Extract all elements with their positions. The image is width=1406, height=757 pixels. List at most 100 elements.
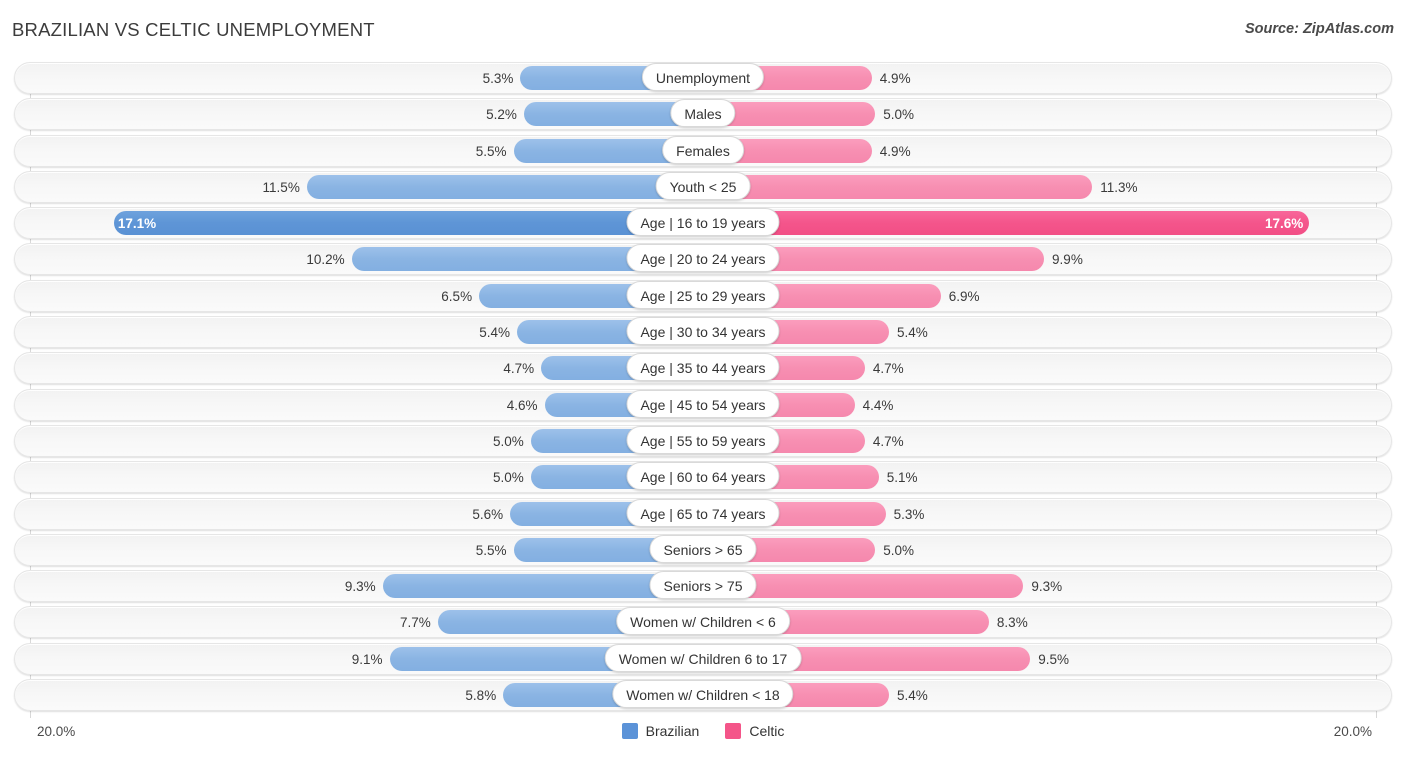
bar-value-brazilian: 9.1%	[351, 651, 383, 667]
row-right-half: 5.4%	[703, 679, 1392, 711]
row-right-half: 5.4%	[703, 316, 1392, 348]
legend-swatch-celtic-icon	[725, 723, 742, 739]
row-right-half: 4.7%	[703, 425, 1392, 457]
bar-value-celtic: 5.4%	[897, 325, 928, 341]
bar-value-celtic: 6.9%	[948, 288, 980, 304]
row-right-half: 4.9%	[703, 62, 1392, 94]
bar-value-brazilian: 5.2%	[486, 107, 517, 123]
bar-value-brazilian: 5.4%	[479, 325, 510, 341]
table-row[interactable]: 4.6% 4.4% Age | 45 to 54 years	[0, 388, 1406, 421]
row-right-half: 5.3%	[703, 498, 1392, 530]
bar-value-celtic: 9.3%	[1031, 579, 1063, 595]
source-attribution: Source: ZipAtlas.com	[1244, 21, 1394, 37]
bar-brazilian[interactable]	[113, 211, 703, 236]
table-row[interactable]: 9.3% 9.3% Seniors > 75	[0, 570, 1406, 603]
table-row[interactable]: 4.7% 4.7% Age | 35 to 44 years	[0, 352, 1406, 385]
bar-value-brazilian: 5.8%	[465, 688, 497, 704]
table-row[interactable]: 9.1% 9.5% Women w/ Children 6 to 17	[0, 642, 1406, 675]
table-row[interactable]: 5.5% 5.0% Seniors > 65	[0, 533, 1406, 566]
row-category-label: Age | 35 to 44 years	[626, 353, 780, 382]
table-row[interactable]: 5.8% 5.4% Women w/ Children < 18	[0, 679, 1406, 712]
bar-value-brazilian: 4.6%	[506, 397, 538, 413]
row-category-label: Women w/ Children < 6	[616, 607, 790, 636]
bar-celtic[interactable]	[703, 211, 1310, 236]
row-right-half: 4.4%	[703, 389, 1392, 421]
chart-header: BRAZILIAN VS CELTIC UNEMPLOYMENT Source:…	[0, 0, 1406, 58]
bar-value-celtic: 5.0%	[883, 107, 915, 123]
bar-value-brazilian: 4.7%	[503, 361, 535, 377]
bar-value-celtic: 17.6%	[1265, 216, 1304, 232]
row-left-half: 9.1%	[14, 643, 703, 675]
row-right-half: 4.9%	[703, 135, 1392, 167]
table-row[interactable]: 7.7% 8.3% Women w/ Children < 6	[0, 606, 1406, 639]
row-left-half: 5.0%	[14, 461, 703, 493]
row-category-label: Age | 25 to 29 years	[626, 280, 780, 309]
table-row[interactable]: 5.2% 5.0% Males	[0, 98, 1406, 131]
legend-item-celtic[interactable]: Celtic	[725, 723, 784, 739]
row-left-half: 5.6%	[14, 498, 703, 530]
table-row[interactable]: 6.5% 6.9% Age | 25 to 29 years	[0, 279, 1406, 312]
row-left-half: 4.6%	[14, 389, 703, 421]
row-right-half: 5.0%	[703, 534, 1392, 566]
table-row[interactable]: 5.0% 5.1% Age | 60 to 64 years	[0, 461, 1406, 494]
bar-value-celtic: 4.4%	[862, 397, 894, 413]
bar-value-brazilian: 5.3%	[482, 71, 514, 86]
bar-value-brazilian: 5.5%	[475, 542, 507, 558]
row-left-half: 5.2%	[14, 98, 703, 130]
row-left-half: 5.5%	[14, 135, 703, 167]
row-category-label: Age | 60 to 64 years	[626, 462, 780, 491]
row-left-half: 17.1%	[14, 207, 703, 239]
table-row[interactable]: 5.6% 5.3% Age | 65 to 74 years	[0, 497, 1406, 530]
row-right-half: 6.9%	[703, 280, 1392, 312]
bar-value-celtic: 9.9%	[1052, 252, 1083, 268]
bar-value-brazilian: 6.5%	[441, 288, 473, 304]
table-row[interactable]: 11.5% 11.3% Youth < 25	[0, 170, 1406, 203]
row-category-label: Age | 55 to 59 years	[626, 425, 780, 454]
row-category-label: Seniors > 75	[649, 571, 757, 600]
row-right-half: 9.9%	[703, 243, 1392, 275]
bar-value-celtic: 4.9%	[879, 71, 911, 86]
row-left-half: 5.5%	[14, 534, 703, 566]
row-left-half: 10.2%	[14, 243, 703, 275]
bar-value-celtic: 4.7%	[872, 361, 904, 377]
row-right-half: 11.3%	[703, 171, 1392, 203]
chart-plot-area: 5.3% 4.9% Unemployment 5.2% 5.0% Males 5.5% 4.9…	[0, 58, 1406, 718]
bar-value-celtic: 5.3%	[893, 506, 925, 522]
bar-value-celtic: 5.0%	[883, 542, 915, 558]
bar-value-brazilian: 5.6%	[472, 506, 504, 522]
row-category-label: Age | 20 to 24 years	[626, 244, 780, 273]
table-row[interactable]: 10.2% 9.9% Age | 20 to 24 years	[0, 243, 1406, 276]
row-left-half: 7.7%	[14, 606, 703, 638]
bar-value-celtic: 8.3%	[996, 615, 1028, 631]
chart-legend: Brazilian Celtic	[0, 723, 1406, 739]
table-row[interactable]: 5.5% 4.9% Females	[0, 134, 1406, 167]
bar-value-brazilian: 11.5%	[262, 179, 300, 195]
legend-label-brazilian: Brazilian	[645, 723, 700, 739]
row-category-label: Age | 45 to 54 years	[626, 389, 780, 418]
bar-value-celtic: 4.7%	[872, 433, 904, 449]
bar-value-brazilian: 5.0%	[492, 433, 524, 449]
table-row[interactable]: 5.4% 5.4% Age | 30 to 34 years	[0, 316, 1406, 349]
row-right-half: 5.0%	[703, 98, 1392, 130]
bar-value-celtic: 9.5%	[1038, 651, 1070, 667]
row-left-half: 9.3%	[14, 570, 703, 602]
bar-value-celtic: 5.4%	[897, 688, 928, 704]
bar-celtic[interactable]	[703, 174, 1093, 199]
bar-value-brazilian: 17.1%	[117, 216, 157, 232]
bar-value-brazilian: 10.2%	[306, 252, 345, 268]
row-left-half: 5.8%	[14, 679, 703, 711]
bar-brazilian[interactable]	[306, 174, 703, 199]
table-row[interactable]: 5.3% 4.9% Unemployment	[0, 62, 1406, 94]
row-category-label: Age | 16 to 19 years	[626, 208, 780, 237]
legend-swatch-brazilian-icon	[621, 723, 638, 739]
row-category-label: Women w/ Children < 18	[612, 680, 794, 709]
legend-item-brazilian[interactable]: Brazilian	[621, 723, 700, 739]
row-left-half: 4.7%	[14, 352, 703, 384]
row-category-label: Women w/ Children 6 to 17	[604, 643, 802, 672]
bar-value-celtic: 5.1%	[886, 470, 918, 486]
row-category-label: Youth < 25	[655, 171, 751, 200]
row-category-label: Age | 65 to 74 years	[626, 498, 780, 527]
row-left-half: 11.5%	[14, 171, 703, 203]
table-row[interactable]: 5.0% 4.7% Age | 55 to 59 years	[0, 424, 1406, 457]
table-row[interactable]: 17.1% 17.6% Age | 16 to 19 years	[0, 207, 1406, 240]
